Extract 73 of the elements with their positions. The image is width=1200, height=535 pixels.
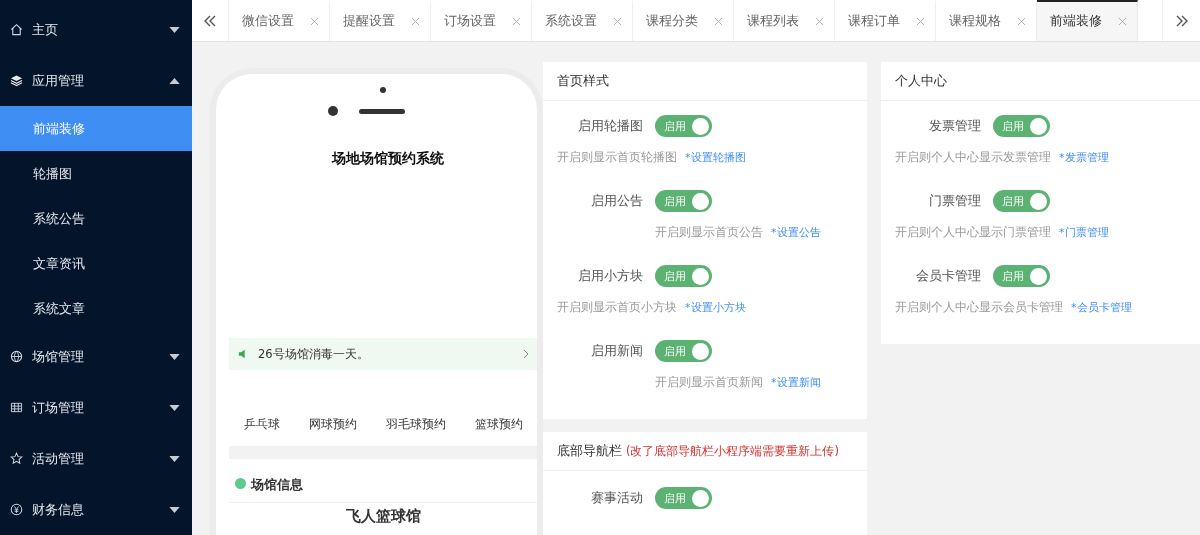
setting-label: 启用小方块: [577, 267, 643, 285]
marker-dot: [235, 478, 246, 489]
layers-icon: [10, 74, 23, 87]
double-chevron-left-icon: [203, 13, 217, 28]
setting-label: 发票管理: [928, 117, 981, 135]
sidebar-item[interactable]: 主页: [0, 4, 192, 55]
close-icon[interactable]: [512, 17, 521, 26]
sidebar-item[interactable]: 场馆管理: [0, 331, 192, 382]
setting-label: 启用轮播图: [577, 117, 643, 135]
camera-dot: [328, 106, 338, 116]
settings-link[interactable]: *门票管理: [1059, 225, 1109, 240]
setting-label: 启用新闻: [590, 342, 643, 360]
close-icon[interactable]: [411, 17, 420, 26]
sidebar-subitem[interactable]: 前端装修: [0, 106, 192, 151]
card-title: 首页样式: [557, 72, 609, 90]
sidebar-item[interactable]: 活动管理: [0, 433, 192, 484]
settings-link[interactable]: *设置新闻: [771, 375, 821, 390]
hint-text: 开启则显示首页新闻: [655, 374, 763, 391]
tab[interactable]: 课程列表: [734, 0, 835, 41]
card-title: 个人中心: [895, 72, 947, 90]
close-icon[interactable]: [1017, 17, 1026, 26]
hint-text: 开启则显示首页小方块: [557, 299, 677, 316]
double-chevron-right-icon: [1174, 13, 1189, 28]
category-item[interactable]: 乒乓球: [243, 417, 280, 432]
tab[interactable]: 课程订单: [835, 0, 936, 41]
hint-text: 开启则显示首页公告: [655, 224, 763, 241]
sidebar-item[interactable]: 订场管理: [0, 382, 192, 433]
tab[interactable]: 系统设置: [532, 0, 633, 41]
tab[interactable]: 前端装修: [1037, 0, 1138, 41]
notice-text: 26号场馆消毒一天。: [258, 346, 370, 362]
hint-text: 开启则个人中心显示发票管理: [895, 149, 1051, 166]
settings-link[interactable]: *会员卡管理: [1071, 300, 1132, 315]
category-item[interactable]: 羽毛球预约: [385, 417, 446, 432]
globe-icon: [10, 350, 23, 363]
hint-text: 开启则个人中心显示门票管理: [895, 224, 1051, 241]
category-item[interactable]: 篮球预约: [474, 417, 523, 432]
setting-label: 门票管理: [928, 192, 981, 210]
settings-link[interactable]: *设置小方块: [685, 300, 746, 315]
warning-note: (改了底部导航栏小程序端需要重新上传): [626, 443, 839, 459]
card-title: 底部导航栏: [557, 442, 622, 460]
section-title: 场馆信息: [251, 477, 303, 494]
settings-link[interactable]: *设置公告: [771, 225, 821, 240]
star-icon: [10, 452, 23, 465]
speaker-icon: [238, 349, 248, 359]
setting-label: 赛事活动: [590, 489, 643, 507]
settings-link[interactable]: *发票管理: [1059, 150, 1109, 165]
tab[interactable]: 微信设置: [229, 0, 330, 41]
home-icon: [10, 23, 23, 36]
close-icon[interactable]: [714, 17, 723, 26]
settings-link[interactable]: *设置轮播图: [685, 150, 746, 165]
setting-label: 启用公告: [590, 192, 643, 210]
tab[interactable]: 提醒设置: [330, 0, 431, 41]
notice-bar[interactable]: 26号场馆消毒一天。: [229, 338, 537, 370]
setting-label: 会员卡管理: [915, 267, 981, 285]
close-icon[interactable]: [1118, 17, 1127, 26]
tab[interactable]: 课程分类: [633, 0, 734, 41]
chevron-right-icon: [523, 349, 529, 359]
close-icon[interactable]: [916, 17, 925, 26]
close-icon[interactable]: [815, 17, 824, 26]
hint-text: 开启则个人中心显示会员卡管理: [895, 299, 1063, 316]
category-item[interactable]: 网球预约: [308, 417, 357, 432]
sidebar-item[interactable]: 应用管理: [0, 55, 192, 106]
venue-name: 飞人篮球馆: [229, 502, 537, 526]
camera-dot: [380, 87, 386, 93]
close-icon[interactable]: [310, 17, 319, 26]
sidebar-item[interactable]: 财务信息: [0, 484, 192, 535]
tab[interactable]: 订场设置: [431, 0, 532, 41]
speaker-slot: [359, 109, 405, 114]
close-icon[interactable]: [613, 17, 622, 26]
yen-icon: [10, 503, 23, 516]
grid-icon: [10, 401, 23, 414]
app-title: 场地场馆预约系统: [330, 150, 445, 168]
hint-text: 开启则显示首页轮播图: [557, 149, 677, 166]
